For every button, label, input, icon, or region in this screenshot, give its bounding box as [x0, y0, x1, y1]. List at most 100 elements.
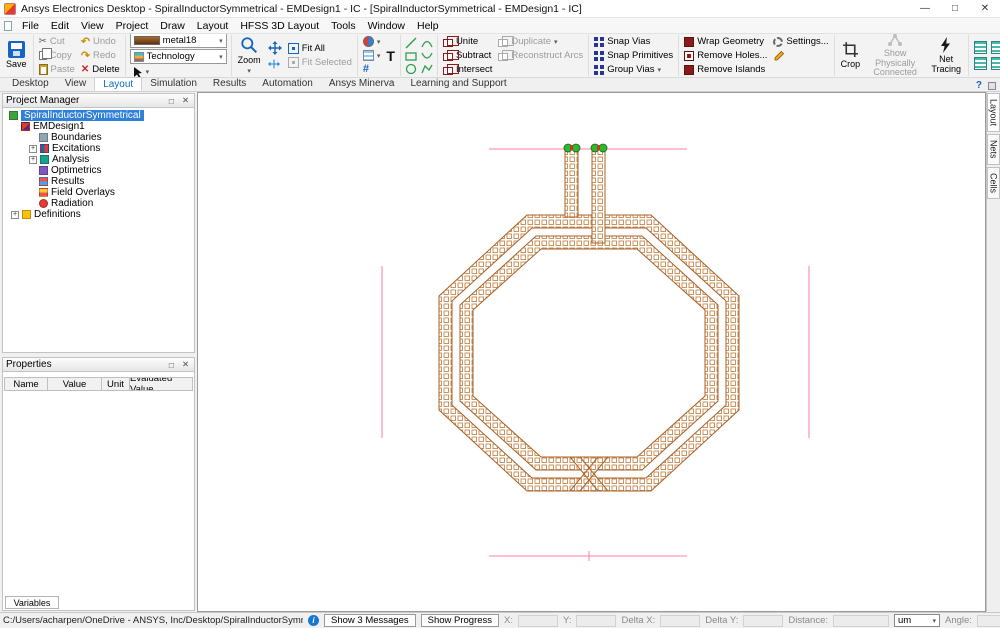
inductor-inner-turn[interactable]	[460, 236, 718, 470]
port-marker-1[interactable]	[570, 145, 573, 150]
tree-item-optimetrics[interactable]: Optimetrics	[5, 165, 194, 176]
draw-circle-icon[interactable]	[405, 63, 417, 75]
menu-draw[interactable]: Draw	[154, 20, 191, 32]
variables-tab[interactable]: Variables	[5, 596, 59, 609]
menu-edit[interactable]: Edit	[45, 20, 75, 32]
x-field[interactable]	[518, 615, 558, 627]
delete-button[interactable]: ✕ Delete	[80, 63, 121, 76]
show-physically-connected-button[interactable]: Show Physically Connected	[866, 34, 924, 78]
draw-arc2-icon[interactable]	[421, 50, 433, 62]
menu-view[interactable]: View	[75, 20, 110, 32]
expand-icon[interactable]: +	[29, 156, 37, 164]
tab-simulation[interactable]: Simulation	[142, 77, 205, 91]
side-tab-cells[interactable]: Cells	[987, 167, 1000, 199]
settings-button[interactable]: Settings...	[772, 35, 829, 48]
help-icon[interactable]: ?	[976, 80, 982, 91]
color-by-net-button[interactable]: ▾	[362, 35, 382, 48]
angle-field[interactable]	[977, 615, 1000, 627]
menu-file[interactable]: File	[16, 20, 45, 32]
close-button[interactable]: ✕	[970, 0, 1000, 17]
column-name[interactable]: Name	[4, 377, 48, 391]
port-4-icon[interactable]	[599, 144, 607, 152]
remove-islands-button[interactable]: Remove Islands	[683, 63, 768, 76]
text-tool-button[interactable]: T	[385, 49, 396, 62]
tree-item-boundaries[interactable]: Boundaries	[5, 132, 194, 143]
tree-item-results[interactable]: Results	[5, 176, 194, 187]
menu-window[interactable]: Window	[362, 20, 411, 32]
fit-selected-button[interactable]: Fit Selected	[287, 56, 353, 69]
column-value[interactable]: Value	[48, 377, 102, 391]
menu-project[interactable]: Project	[110, 20, 155, 32]
duplicate-button[interactable]: Duplicate ▾	[497, 35, 584, 48]
tree-item-field-overlays[interactable]: Field Overlays	[5, 187, 194, 198]
column-unit[interactable]: Unit	[102, 377, 130, 391]
side-tab-nets[interactable]: Nets	[987, 134, 1000, 165]
undo-button[interactable]: ↶ Undo	[80, 35, 121, 48]
draw-line-icon[interactable]	[405, 37, 417, 49]
tab-desktop[interactable]: Desktop	[4, 77, 57, 91]
remove-holes-button[interactable]: Remove Holes...	[683, 49, 768, 62]
show-messages-button[interactable]: Show 3 Messages	[324, 614, 416, 627]
tree-item-radiation[interactable]: Radiation	[5, 198, 194, 209]
inductor-outer-turn[interactable]	[439, 215, 739, 491]
layout-canvas[interactable]	[197, 92, 986, 612]
layer-select[interactable]: metal18 ▾	[130, 34, 227, 48]
grid-toggle-button[interactable]: #	[362, 63, 382, 76]
pane-float-icon[interactable]: □	[166, 360, 177, 370]
tree-item-definitions[interactable]: + Definitions	[5, 209, 194, 220]
group-vias-button[interactable]: Group Vias ▾	[593, 63, 674, 76]
intersect-button[interactable]: Intersect	[442, 63, 493, 76]
expand-icon[interactable]: +	[29, 145, 37, 153]
tab-view[interactable]: View	[57, 77, 95, 91]
wrap-geometry-button[interactable]: Wrap Geometry	[683, 35, 768, 48]
layer-view-4-icon[interactable]	[974, 57, 987, 70]
feed-line-right[interactable]	[592, 149, 605, 243]
menu-hfss-3d-layout[interactable]: HFSS 3D Layout	[234, 20, 325, 32]
paste-button[interactable]: Paste	[38, 63, 76, 76]
layer-view-5-icon[interactable]	[991, 57, 1000, 70]
minimize-button[interactable]: —	[910, 0, 940, 17]
tree-item-analysis[interactable]: + Analysis	[5, 154, 194, 165]
net-tracing-button[interactable]: Net Tracing	[928, 36, 964, 75]
side-tab-layout[interactable]: Layout	[987, 93, 1000, 132]
tab-layout[interactable]: Layout	[94, 77, 142, 91]
redo-button[interactable]: ↷ Redo	[80, 49, 121, 62]
save-button[interactable]: Save	[4, 40, 29, 70]
delta-y-field[interactable]	[743, 615, 783, 627]
crop-button[interactable]: Crop	[839, 40, 863, 70]
show-progress-button[interactable]: Show Progress	[421, 614, 499, 627]
tab-learning-and-support[interactable]: Learning and Support	[402, 77, 514, 91]
move-icon[interactable]	[267, 57, 281, 71]
draw-rectangle-icon[interactable]	[405, 50, 417, 62]
delta-x-field[interactable]	[660, 615, 700, 627]
distance-field[interactable]	[833, 615, 889, 627]
y-field[interactable]	[576, 615, 616, 627]
menu-help[interactable]: Help	[411, 20, 445, 32]
port-2-icon[interactable]	[572, 144, 580, 152]
menu-tools[interactable]: Tools	[325, 20, 362, 32]
pane-float-icon[interactable]: □	[166, 96, 177, 106]
feed-line-left[interactable]	[565, 149, 578, 217]
layer-view-1-icon[interactable]	[974, 41, 987, 54]
technology-select[interactable]: Technology ▾	[130, 49, 227, 64]
port-marker-2[interactable]	[597, 145, 600, 150]
tab-automation[interactable]: Automation	[254, 77, 321, 91]
snap-primitives-button[interactable]: Snap Primitives	[593, 49, 674, 62]
unite-button[interactable]: Unite	[442, 35, 493, 48]
cut-button[interactable]: ✂ Cut	[38, 35, 76, 48]
subtract-button[interactable]: Subtract	[442, 49, 493, 62]
draw-arc-icon[interactable]	[421, 37, 433, 49]
layer-view-2-icon[interactable]	[991, 41, 1000, 54]
units-select[interactable]: um ▾	[894, 614, 940, 627]
tree-item-project[interactable]: SpiralInductorSymmetrical	[5, 110, 194, 121]
zoom-button[interactable]: Zoom ▾	[236, 35, 263, 76]
pin-icon[interactable]	[988, 82, 996, 90]
maximize-button[interactable]: □	[940, 0, 970, 17]
menu-layout[interactable]: Layout	[191, 20, 235, 32]
copy-button[interactable]: Copy	[38, 49, 76, 62]
edit-primitives-button[interactable]	[772, 49, 829, 62]
pane-close-icon[interactable]: ✕	[180, 95, 191, 106]
expand-icon[interactable]: +	[11, 211, 19, 219]
tab-ansys-minerva[interactable]: Ansys Minerva	[321, 77, 403, 91]
fit-all-button[interactable]: Fit All	[287, 42, 353, 55]
